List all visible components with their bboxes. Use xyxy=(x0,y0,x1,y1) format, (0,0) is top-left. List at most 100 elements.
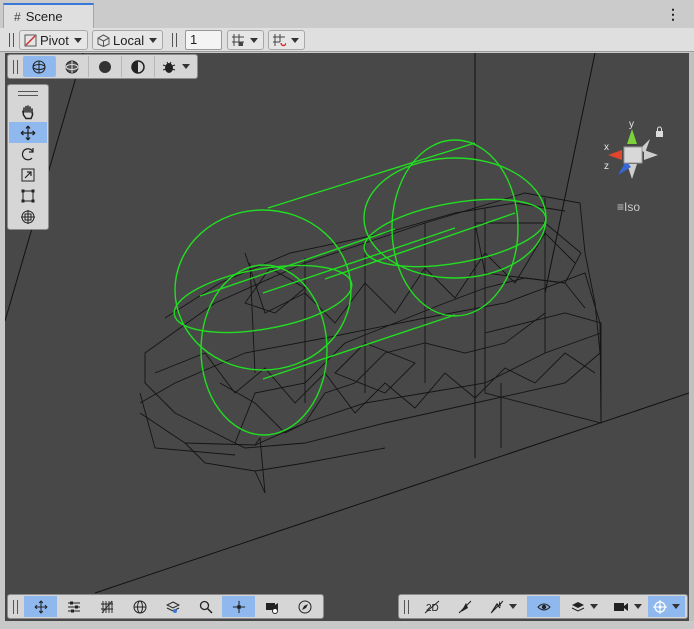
grid-snapping-button[interactable] xyxy=(90,596,123,617)
grid-snap-dropdown[interactable] xyxy=(227,30,264,50)
eye-icon xyxy=(536,603,551,610)
snap-increment-dropdown[interactable] xyxy=(268,30,305,50)
gizmos-dropdown[interactable] xyxy=(648,596,685,617)
shaded-wireframe-button[interactable] xyxy=(56,56,89,77)
move-arrows-icon xyxy=(34,600,47,613)
bug-icon xyxy=(162,61,176,73)
hand-tool-button[interactable] xyxy=(9,101,47,122)
camera-overlay-button[interactable] xyxy=(255,596,288,617)
solid-sphere-icon xyxy=(99,60,111,73)
wireframe-shading-button[interactable] xyxy=(23,56,56,77)
debug-mode-dropdown[interactable] xyxy=(157,56,195,77)
rotate-icon xyxy=(21,147,34,160)
scene-visibility-button[interactable] xyxy=(527,596,560,617)
overlay-grip-handle[interactable] xyxy=(13,600,18,614)
sliders-icon xyxy=(67,601,80,612)
layers-dropdown[interactable] xyxy=(562,596,606,617)
hash-grid-icon: # xyxy=(14,9,21,24)
local-cube-icon xyxy=(97,33,110,47)
hand-icon xyxy=(22,104,34,119)
camera-settings-dropdown[interactable] xyxy=(608,596,646,617)
compass-overlay-button[interactable] xyxy=(288,596,321,617)
svg-text:2D: 2D xyxy=(426,603,439,614)
snap-magnet-icon xyxy=(273,34,286,47)
unlit-button[interactable] xyxy=(122,56,155,77)
chevron-down-icon xyxy=(672,604,680,609)
move-tool-button[interactable] xyxy=(9,122,47,143)
tool-settings-button[interactable] xyxy=(57,596,90,617)
move-overlay-button[interactable] xyxy=(24,596,57,617)
pivot-label: Pivot xyxy=(40,32,69,48)
window-bottom-border xyxy=(0,621,694,629)
overlay-toolbar-right: 2D xyxy=(398,594,688,619)
tools-panel xyxy=(7,84,49,230)
move-arrows-icon xyxy=(20,125,36,140)
chevron-down-icon xyxy=(508,604,517,609)
chevron-down-icon xyxy=(149,37,158,43)
video-camera-icon xyxy=(613,602,628,611)
local-dropdown[interactable]: Local xyxy=(92,30,163,50)
pivot-icon xyxy=(24,34,37,46)
stacked-layers-icon xyxy=(571,601,584,612)
gizmo-icon xyxy=(653,599,667,614)
grid-size-field[interactable]: 1 xyxy=(185,30,222,50)
scene-viewport[interactable]: y x z ≡Iso 2D xyxy=(5,53,689,621)
draw-mode-toolbar xyxy=(7,54,198,79)
tab-title: Scene xyxy=(25,9,63,24)
svg-text:x: x xyxy=(604,142,609,153)
svg-text:y: y xyxy=(629,119,634,130)
transform-all-icon xyxy=(21,209,35,224)
overlay-grip-handle[interactable] xyxy=(13,60,18,74)
toolbar-grip-handle[interactable] xyxy=(9,33,14,47)
overlay-grip-handle[interactable] xyxy=(404,600,409,614)
local-label: Local xyxy=(113,32,145,48)
shaded-button[interactable] xyxy=(89,56,122,77)
svg-text:z: z xyxy=(604,161,609,172)
scale-tool-button[interactable] xyxy=(9,164,47,185)
2d-mode-button[interactable]: 2D xyxy=(415,596,448,617)
2d-toggle-icon: 2D xyxy=(424,600,439,614)
kebab-menu-icon[interactable]: ⋮ xyxy=(666,6,680,23)
view-mode-label[interactable]: ≡Iso xyxy=(617,200,640,214)
scene-toolbar: Pivot Local 1 xyxy=(0,28,694,52)
wireframe-sphere-icon xyxy=(32,60,46,73)
layers-overlay-button[interactable] xyxy=(156,596,189,617)
hamburger-icon: ≡ xyxy=(617,200,625,214)
effects-icon xyxy=(490,600,503,613)
chevron-down-icon xyxy=(250,37,258,43)
move-handle-icon xyxy=(232,600,245,613)
camera-eye-icon xyxy=(265,602,278,614)
toolbar-grip-handle[interactable] xyxy=(172,33,177,47)
pivot-overlay-button[interactable] xyxy=(222,596,255,617)
lighting-toggle-button[interactable] xyxy=(448,596,481,617)
globe-icon xyxy=(133,600,146,613)
global-overlay-button[interactable] xyxy=(123,596,156,617)
tab-scene[interactable]: # Scene xyxy=(3,3,94,28)
grid-snap-icon xyxy=(232,34,244,46)
effects-dropdown[interactable] xyxy=(481,596,525,617)
iso-label: Iso xyxy=(624,200,641,214)
overlay-toolbar-left xyxy=(7,594,324,619)
tab-bar: # Scene ⋮ xyxy=(0,0,694,29)
rect-transform-icon xyxy=(21,189,35,202)
chevron-down-icon xyxy=(633,604,642,609)
tools-grip-handle[interactable] xyxy=(18,91,38,96)
rect-tool-button[interactable] xyxy=(9,185,47,206)
search-icon xyxy=(199,600,213,614)
shaded-wire-sphere-icon xyxy=(65,60,79,73)
scale-icon xyxy=(21,168,35,181)
orientation-gizmo[interactable]: y x z xyxy=(600,117,670,199)
viewport-scrollbar[interactable] xyxy=(689,53,694,621)
pivot-dropdown[interactable]: Pivot xyxy=(19,30,88,50)
compass-icon xyxy=(298,600,311,613)
transform-tool-button[interactable] xyxy=(9,206,47,227)
chevron-down-icon xyxy=(182,64,190,69)
half-sphere-icon xyxy=(131,59,145,74)
scene-wireframe xyxy=(5,53,689,594)
layers-icon xyxy=(165,600,180,613)
search-overlay-button[interactable] xyxy=(189,596,222,617)
light-off-icon xyxy=(458,600,471,613)
rotate-tool-button[interactable] xyxy=(9,143,47,164)
chevron-down-icon xyxy=(589,604,598,609)
lock-icon xyxy=(656,131,663,137)
